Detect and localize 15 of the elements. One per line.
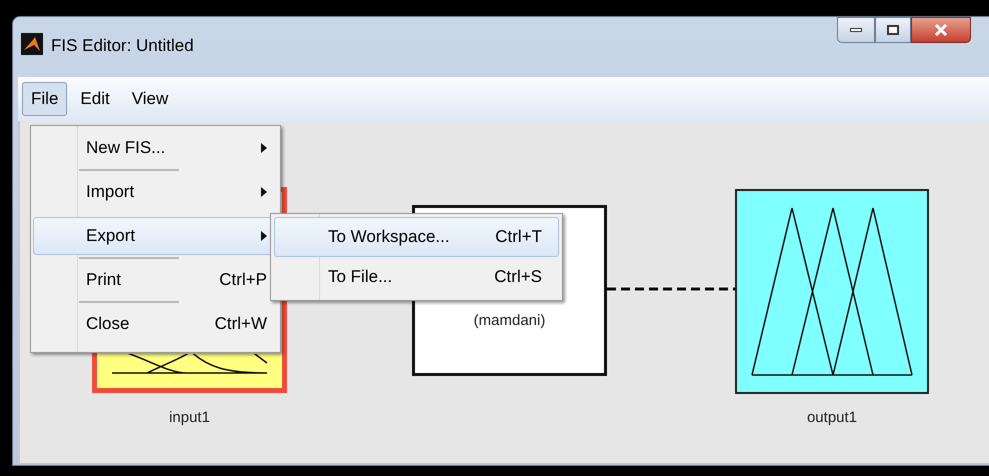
output-label: output1 <box>806 408 858 428</box>
shortcut-label: Ctrl+S <box>494 266 542 288</box>
menu-entry-label: Import <box>86 181 134 204</box>
menu-entry-label: Print <box>86 269 121 292</box>
menu-entry-label: Close <box>86 313 130 336</box>
input-label: input1 <box>168 408 211 428</box>
menu-entry-label: New FIS... <box>86 137 166 160</box>
system-type-label: (mamdani) <box>472 311 546 331</box>
window-title: FIS Editor: Untitled <box>51 35 194 57</box>
shortcut-label: Ctrl+T <box>495 226 542 248</box>
menu-entry-label: To Workspace... <box>328 226 450 248</box>
shortcut-label: Ctrl+W <box>214 313 267 336</box>
shortcut-label: Ctrl+P <box>219 269 267 292</box>
menu-entry-label: Export <box>86 225 136 248</box>
menu-entry-label: To File... <box>328 266 392 288</box>
